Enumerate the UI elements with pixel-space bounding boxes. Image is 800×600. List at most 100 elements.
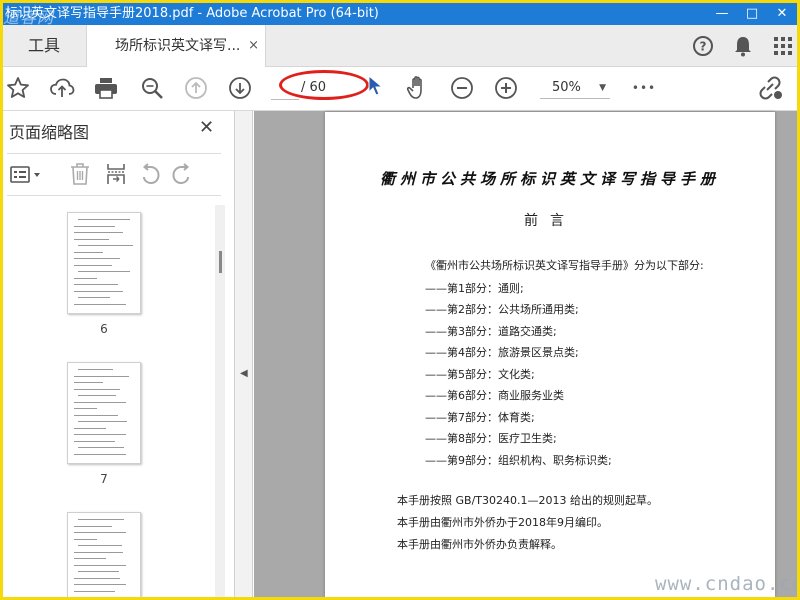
document-note-line: 本手册由衢州市外侨办于2018年9月编印。 (397, 516, 608, 529)
tab-bar: 工具 场所标识英文译写... × ? (3, 25, 797, 68)
more-tools-icon[interactable]: ••• (629, 75, 659, 101)
thumbnail-list: 6 7 (3, 196, 235, 597)
thumbnail-text-line (74, 251, 103, 253)
help-icon[interactable]: ? (691, 34, 715, 58)
thumbnail-text-line (74, 284, 118, 285)
next-page-icon[interactable] (227, 75, 253, 101)
tab-tools[interactable]: 工具 (3, 25, 85, 67)
thumbnail-text-line (74, 258, 120, 259)
zoom-search-icon[interactable] (139, 75, 165, 101)
document-part-line: ——第3部分：道路交通类; (425, 325, 557, 338)
acrobat-window: 标识英文译写指导手册2018.pdf - Adobe Acrobat Pro (… (3, 3, 797, 597)
collapse-panel-arrow-icon[interactable]: ◀ (240, 368, 248, 379)
document-part-line: ——第4部分：旅游景区景点类; (425, 346, 579, 359)
rotate-clockwise-icon[interactable] (169, 161, 195, 187)
window-title: 标识英文译写指导手册2018.pdf - Adobe Acrobat Pro (… (5, 6, 379, 21)
panel-title: 页面缩略图 (9, 123, 90, 142)
thumbnail-text-line (78, 369, 113, 370)
document-page: 衢州市公共场所标识英文译写指导手册 前言 《衢州市公共场所标识英文译写指导手册》… (325, 112, 775, 597)
zoom-level-value: 50% (552, 80, 581, 95)
thumbnail-text-line (74, 375, 129, 377)
thumbnail-text-line (74, 584, 126, 585)
document-preface-title: 前言 (524, 213, 576, 229)
document-part-line: ——第9部分：组织机构、职务标识类; (425, 454, 612, 467)
document-intro: 《衢州市公共场所标识英文译写指导手册》分为以下部分: (425, 259, 704, 272)
previous-page-icon[interactable] (183, 75, 209, 101)
thumbnail-text-line (74, 577, 120, 579)
thumbnail-text-line (74, 532, 126, 533)
thumbnail-text-line (74, 427, 106, 429)
site-watermark: www.cndao.com (655, 573, 797, 595)
zoom-out-icon[interactable] (449, 75, 475, 101)
tab-document-label: 场所标识英文译写... (115, 38, 241, 54)
thumbnail-text-line (74, 382, 103, 383)
document-part-line: ——第5部分：文化类; (425, 368, 535, 381)
print-icon[interactable] (93, 75, 119, 101)
thumbnail-text-line (74, 264, 112, 266)
insert-page-icon[interactable] (103, 161, 129, 187)
document-heading: 衢州市公共场所标识英文译写指导手册 (379, 170, 720, 188)
page-thumbnails-panel: 页面缩略图 ✕ 6 7 (3, 111, 235, 597)
thumbnail-text-line (78, 297, 110, 298)
page-thumbnail[interactable] (67, 512, 141, 597)
thumbnail-text-line (74, 558, 106, 559)
thumbnail-text-line (74, 564, 126, 566)
document-part-line: ——第8部分：医疗卫生类; (425, 432, 557, 445)
thumbnail-text-line (78, 571, 119, 572)
delete-page-icon[interactable] (67, 161, 93, 187)
page-thumbnail[interactable] (67, 362, 141, 464)
thumbnail-scrollbar-thumb[interactable] (219, 251, 222, 273)
thumbnail-page-number: 6 (100, 322, 108, 336)
rotate-counterclockwise-icon[interactable] (137, 161, 163, 187)
zoom-level-select[interactable]: 50% ▼ (540, 77, 610, 99)
thumbnail-text-line (74, 453, 126, 455)
thumbnail-text-line (74, 388, 120, 390)
thumbnail-text-line (74, 525, 112, 527)
page-thumbnail[interactable] (67, 212, 141, 314)
thumbnail-text-line (74, 551, 123, 553)
cloud-upload-icon[interactable] (49, 75, 75, 101)
document-part-line: ——第6部分：商业服务业类 (425, 389, 564, 402)
thumbnail-text-line (78, 447, 124, 448)
thumbnail-options-icon[interactable] (9, 163, 45, 187)
thumbnail-text-line (74, 401, 126, 403)
document-part-line: ——第1部分：通则; (425, 282, 524, 295)
thumbnail-text-line (74, 232, 123, 233)
thumbnail-text-line (74, 303, 126, 305)
thumbnail-text-line (74, 238, 109, 240)
highlight-annotation-ellipse (279, 70, 369, 100)
bookmark-star-icon[interactable] (5, 75, 31, 101)
thumbnail-text-line (74, 414, 118, 416)
svg-text:?: ? (700, 40, 707, 54)
thumbnail-text-line (74, 440, 115, 442)
title-bar: 标识英文译写指导手册2018.pdf - Adobe Acrobat Pro (… (3, 3, 797, 25)
zoom-in-icon[interactable] (493, 75, 519, 101)
panel-collapse-strip[interactable] (235, 111, 253, 597)
thumbnail-text-line (74, 408, 97, 409)
maximize-button[interactable]: □ (737, 3, 767, 25)
document-part-line: ——第2部分：公共场所通用类; (425, 303, 579, 316)
thumbnail-text-line (74, 590, 115, 592)
thumbnail-text-line (74, 434, 126, 435)
document-part-line: ——第7部分：体育类; (425, 411, 535, 424)
apps-grid-icon[interactable] (771, 34, 795, 58)
thumbnail-text-line (78, 519, 124, 520)
document-note-line: 本手册按照 GB/T30240.1—2013 给出的规则起草。 (397, 494, 658, 507)
close-window-button[interactable]: ✕ (767, 3, 797, 25)
hand-tool-icon[interactable] (405, 75, 431, 101)
thumbnail-text-line (78, 245, 133, 246)
thumbnail-text-line (78, 545, 122, 546)
thumbnail-text-line (78, 421, 127, 422)
tab-close-icon[interactable]: × (248, 25, 259, 67)
panel-close-icon[interactable]: ✕ (199, 117, 214, 138)
thumbnail-text-line (74, 225, 115, 227)
chevron-down-icon: ▼ (599, 83, 606, 93)
thumbnail-text-line (78, 395, 116, 396)
thumbnail-text-line (78, 219, 130, 220)
share-link-icon[interactable] (755, 75, 785, 101)
minimize-button[interactable]: — (707, 3, 737, 25)
main-toolbar: / 60 50% ▼ ••• (3, 67, 797, 111)
thumbnail-text-line (74, 277, 97, 279)
notification-bell-icon[interactable] (731, 34, 755, 58)
tab-document[interactable]: 场所标识英文译写... × (86, 25, 266, 68)
